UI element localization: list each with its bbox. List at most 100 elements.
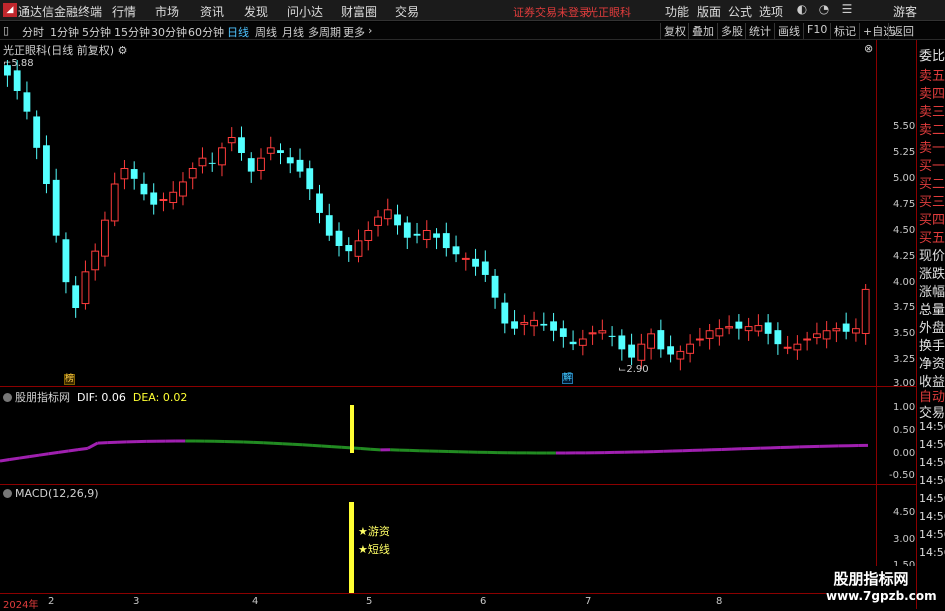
dif-line-segment [49, 452, 59, 453]
period-more[interactable]: 更多 [343, 24, 365, 40]
tool-fuquan[interactable]: 复权 [660, 23, 686, 39]
candle [219, 148, 226, 165]
bell-icon[interactable]: ◔ [815, 2, 833, 18]
candle [404, 222, 411, 237]
candle [560, 328, 567, 337]
candle [579, 339, 586, 345]
candle [765, 322, 772, 333]
candle [843, 324, 850, 332]
menu-faxian[interactable]: 发现 [244, 3, 268, 20]
period-multi[interactable]: 多周期 [308, 24, 341, 40]
ytick: 3.50 [893, 328, 915, 339]
guest-label[interactable]: 游客 [893, 3, 917, 20]
stock-name-label: 光正眼科 [587, 4, 631, 20]
menu-gongshi[interactable]: 公式 [728, 3, 752, 20]
candle [638, 344, 645, 360]
period-5min[interactable]: 5分钟 [82, 24, 111, 40]
xaxis-label: 2 [48, 596, 54, 607]
label-weibi: 委比 [919, 45, 945, 64]
menu-shichang[interactable]: 市场 [155, 3, 179, 20]
watermark-title: 股朋指标网 [826, 568, 916, 589]
candle [472, 259, 479, 267]
dif-line-segment [10, 458, 20, 459]
candle [277, 150, 284, 153]
menu-caifuquan[interactable]: 财富圈 [341, 3, 377, 20]
chevron-right-icon[interactable]: › [368, 24, 372, 37]
indicator-toggle-icon[interactable] [3, 489, 12, 498]
menu-gongneng[interactable]: 功能 [665, 3, 689, 20]
service-icon[interactable]: ☰ [838, 2, 856, 18]
period-15min[interactable]: 15分钟 [114, 24, 150, 40]
theme-icon[interactable]: ◐ [793, 2, 811, 18]
bang-marker[interactable]: 榜 [64, 374, 75, 385]
candle [111, 184, 118, 221]
menu-banmian[interactable]: 版面 [697, 3, 721, 20]
jie-marker[interactable]: 解 [562, 373, 573, 384]
candle [648, 334, 655, 348]
label-outer: 外盘 [919, 317, 945, 336]
indicator2-title: MACD(12,26,9) [3, 487, 99, 500]
period-daily[interactable]: 日线 [227, 24, 249, 40]
dif-line-segment [293, 444, 303, 445]
candle [287, 157, 294, 163]
menu-jiaoyi[interactable]: 交易 [395, 3, 419, 20]
candle [784, 347, 791, 348]
candle [423, 231, 430, 240]
ytick: 4.50 [893, 507, 915, 518]
broker-status[interactable]: 证券交易未登录 [513, 4, 590, 20]
tool-diejia[interactable]: 叠加 [688, 23, 714, 39]
tool-tongji[interactable]: 统计 [745, 23, 771, 39]
dif-line-segment [78, 448, 88, 449]
candlestick-chart[interactable] [0, 40, 876, 386]
period-fenshi[interactable]: 分时 [22, 24, 44, 40]
candle [365, 231, 372, 241]
low-price-label: ⌙2.90 [618, 364, 649, 375]
candle [609, 336, 616, 337]
candle [258, 158, 265, 170]
label-volume: 总量 [919, 299, 945, 318]
period-monthly[interactable]: 月线 [282, 24, 304, 40]
app-logo-icon: ◢ [3, 3, 17, 17]
tick-time: 14:56 [919, 528, 945, 541]
signal-duanxian: ★短线 [358, 541, 390, 557]
period-30min[interactable]: 30分钟 [151, 24, 187, 40]
period-1min[interactable]: 1分钟 [50, 24, 79, 40]
menu-wenxiaoda[interactable]: 问小达 [287, 3, 323, 20]
menu-zixun[interactable]: 资讯 [200, 3, 224, 20]
candle [804, 339, 811, 340]
xaxis-label: 8 [716, 596, 722, 607]
candle [540, 324, 547, 326]
candle [306, 168, 313, 189]
candle [63, 239, 70, 282]
menu-xuanxiang[interactable]: 选项 [759, 3, 783, 20]
collapse-icon[interactable]: ▯ [3, 24, 9, 37]
dif-line-segment [20, 457, 30, 458]
dif-line-segment [312, 445, 322, 446]
candle [462, 258, 469, 259]
ytick: 4.75 [893, 199, 915, 210]
ytick: -0.50 [889, 470, 915, 481]
dif-dea-chart[interactable] [0, 387, 876, 484]
candle [199, 158, 206, 166]
tool-huaxian[interactable]: 画线 [774, 23, 800, 39]
candle [375, 217, 382, 225]
ytick: 1.00 [893, 402, 915, 413]
xaxis-label: 7 [585, 596, 591, 607]
period-weekly[interactable]: 周线 [255, 24, 277, 40]
candle [33, 116, 40, 147]
tool-biaoji[interactable]: 标记 [830, 23, 856, 39]
candle [180, 182, 187, 196]
candle [53, 180, 60, 236]
candle [687, 344, 694, 353]
candle [238, 137, 245, 153]
dif-line-segment [332, 447, 342, 448]
menu-hangqing[interactable]: 行情 [112, 3, 136, 20]
candle [316, 193, 323, 212]
signal-youzi: ★游资 [358, 523, 390, 539]
tool-duogu[interactable]: 多股 [717, 23, 743, 39]
period-60min[interactable]: 60分钟 [188, 24, 224, 40]
tab-trade[interactable]: 交易 [919, 402, 945, 421]
tool-f10[interactable]: F10 [803, 23, 827, 39]
tool-fanhui[interactable]: 返回 [888, 23, 914, 39]
axis-divider [876, 40, 877, 593]
